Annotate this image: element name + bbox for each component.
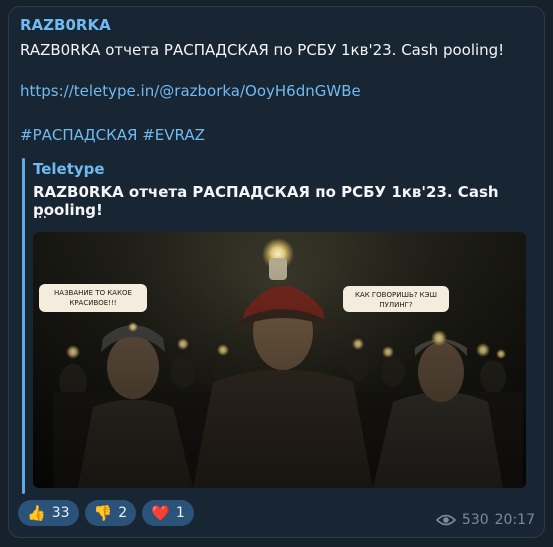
reaction-thumbs-down[interactable]: 👎 2 (84, 500, 137, 526)
reaction-count: 2 (118, 505, 128, 521)
preview-site-name[interactable]: Teletype (33, 160, 105, 178)
hashtags: #РАСПАДСКАЯ #EVRAZ (20, 126, 205, 144)
hashtag-evraz[interactable]: #EVRAZ (142, 126, 205, 144)
eye-icon (435, 514, 456, 526)
message-link[interactable]: https://teletype.in/@razborka/OoyH6dnGWB… (20, 82, 361, 100)
message-meta: 530 20:17 (435, 512, 535, 528)
reaction-count: 33 (51, 505, 70, 521)
reaction-thumbs-up[interactable]: 👍 33 (18, 500, 79, 526)
preview-description: ... (33, 204, 48, 222)
thumbs-down-icon: 👎 (93, 503, 113, 522)
reaction-heart[interactable]: ❤️ 1 (142, 500, 194, 526)
preview-image[interactable]: НАЗВАНИЕ ТО КАКОЕ КРАСИВОЕ!!! КАК ГОВОРИ… (33, 232, 526, 488)
thumbs-up-icon: 👍 (27, 503, 46, 522)
hashtag-raspadskaya[interactable]: #РАСПАДСКАЯ (20, 126, 137, 144)
heart-icon: ❤️ (151, 503, 170, 522)
message-time: 20:17 (494, 512, 535, 528)
reactions-bar: 👍 33 👎 2 ❤️ 1 (18, 500, 194, 526)
speech-bubble-right: КАК ГОВОРИШЬ? КЭШ ПУЛИНГ? (343, 286, 449, 312)
speech-bubble-left: НАЗВАНИЕ ТО КАКОЕ КРАСИВОЕ!!! (39, 284, 147, 312)
link-preview-bar (22, 158, 25, 494)
miners-illustration (33, 232, 526, 488)
channel-name[interactable]: RAZB0RKA (20, 16, 111, 34)
preview-title[interactable]: RAZB0RKA отчета РАСПАДСКАЯ по РСБУ 1кв'2… (33, 183, 528, 219)
reaction-count: 1 (175, 505, 185, 521)
message-title: RAZB0RKA отчета РАСПАДСКАЯ по РСБУ 1кв'2… (20, 41, 505, 59)
view-count: 530 (461, 512, 489, 528)
